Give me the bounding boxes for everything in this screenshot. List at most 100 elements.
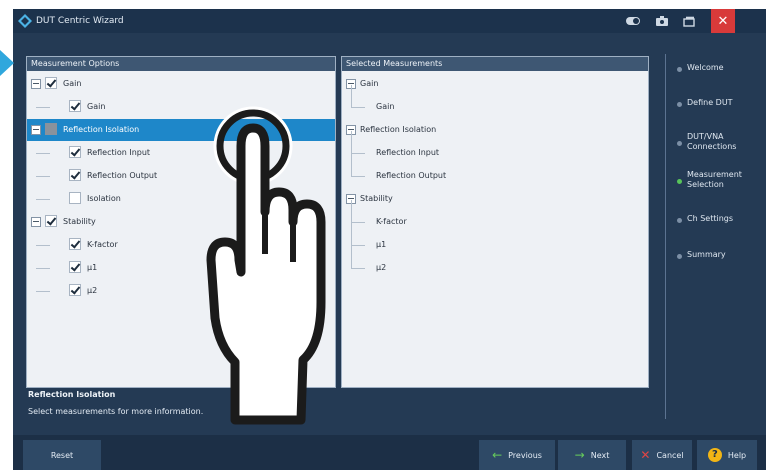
measurement-options-header: Measurement Options xyxy=(27,57,335,71)
selected-measurements-tree: Gain Gain Reflection Isolation Reflection I… xyxy=(342,71,648,383)
checkbox[interactable] xyxy=(45,77,57,89)
tree-row[interactable]: Reflection Output xyxy=(342,154,648,187)
previous-button-label: Previous xyxy=(508,450,542,460)
tree-item-label: Reflection Input xyxy=(376,148,440,157)
tree-item-label: µ1 xyxy=(376,240,387,249)
step-indicator-arrow-icon xyxy=(0,50,14,76)
next-button-label: Next xyxy=(590,450,610,460)
tree-connector xyxy=(351,268,365,269)
reset-button-label: Reset xyxy=(50,450,74,460)
tree-row[interactable]: Reflection Input xyxy=(342,131,648,164)
tree-connector xyxy=(36,199,50,200)
collapse-toggle-icon[interactable] xyxy=(31,79,41,89)
help-button-label: Help xyxy=(727,450,747,460)
window-title: DUT Centric Wizard xyxy=(36,16,124,26)
tree-item-label: Reflection Isolation xyxy=(360,125,437,134)
previous-button[interactable]: ← Previous xyxy=(479,440,555,470)
tree-item-label: Reflection Isolation xyxy=(63,125,140,134)
step-dot-icon xyxy=(677,141,682,146)
wizard-step-label: Define DUT xyxy=(687,98,733,107)
toggle-icon[interactable] xyxy=(621,9,645,33)
close-button[interactable]: ✕ xyxy=(711,9,735,33)
tree-item-label: µ1 xyxy=(87,263,98,272)
tree-item-label: Reflection Input xyxy=(87,148,151,157)
tree-item-label: Isolation xyxy=(87,194,121,203)
wizard-step-label: Welcome xyxy=(687,63,724,72)
tree-row[interactable]: µ1 xyxy=(342,223,648,256)
touch-hand-icon xyxy=(206,106,326,425)
collapse-toggle-icon[interactable] xyxy=(31,217,41,227)
next-button[interactable]: → Next xyxy=(558,440,626,470)
tree-item-label: Gain xyxy=(376,102,395,111)
info-title: Reflection Isolation xyxy=(28,390,116,399)
bottom-button-bar: Reset ← Previous → Next ✕ Cancel ? Help xyxy=(13,435,766,470)
tree-row[interactable]: Gain xyxy=(342,73,648,95)
tree-connector xyxy=(351,245,365,246)
help-icon: ? xyxy=(707,448,722,462)
tree-connector xyxy=(351,176,365,177)
checkbox[interactable] xyxy=(69,238,81,250)
tree-item-label: Stability xyxy=(63,217,96,226)
tree-connector xyxy=(351,222,365,223)
tree-item-label: Gain xyxy=(87,102,106,111)
cancel-x-icon: ✕ xyxy=(640,448,651,462)
step-dot-icon xyxy=(677,254,682,259)
tree-item-label: Reflection Output xyxy=(376,171,447,180)
tree-connector xyxy=(36,176,50,177)
tree-connector xyxy=(351,153,365,154)
tree-row[interactable]: µ2 xyxy=(342,246,648,279)
tree-item-label: Gain xyxy=(63,79,82,88)
tree-row[interactable]: K-factor xyxy=(342,200,648,233)
arrow-right-icon: → xyxy=(574,448,585,462)
step-dot-icon xyxy=(677,179,682,184)
tree-item-label: Reflection Output xyxy=(87,171,158,180)
tree-connector xyxy=(36,291,50,292)
tree-row[interactable]: Reflection Isolation xyxy=(342,119,648,141)
tree-connector xyxy=(36,268,50,269)
tree-connector xyxy=(36,107,50,108)
checkbox[interactable] xyxy=(69,100,81,112)
help-button[interactable]: ? Help xyxy=(697,440,757,470)
collapse-toggle-icon[interactable] xyxy=(31,125,41,135)
wizard-step-label: Measurement Selection xyxy=(687,170,742,189)
tree-row[interactable]: Gain xyxy=(27,73,335,95)
tree-connector xyxy=(351,223,352,245)
tree-connector xyxy=(351,85,352,107)
checkbox[interactable] xyxy=(69,146,81,158)
tree-row[interactable]: Stability xyxy=(342,188,648,210)
wizard-window: DUT Centric Wizard ✕ Measurement Options… xyxy=(13,9,766,470)
wizard-step-label: Ch Settings xyxy=(687,214,734,223)
wizard-step-label: Summary xyxy=(687,250,726,259)
cancel-button-label: Cancel xyxy=(656,450,684,460)
tree-connector xyxy=(36,153,50,154)
tree-item-label: K-factor xyxy=(376,217,407,226)
window-restore-icon[interactable] xyxy=(677,9,701,33)
checkbox[interactable] xyxy=(45,123,57,135)
tree-connector xyxy=(36,245,50,246)
close-icon: ✕ xyxy=(717,13,729,29)
selected-measurements-panel: Selected Measurements Gain Gain Reflection… xyxy=(341,56,649,388)
wizard-step-label: DUT/VNA Connections xyxy=(687,132,737,151)
checkbox[interactable] xyxy=(69,284,81,296)
checkbox[interactable] xyxy=(69,169,81,181)
title-bar: DUT Centric Wizard ✕ xyxy=(13,9,766,33)
step-dot-icon xyxy=(677,67,682,72)
tree-item-label: Gain xyxy=(360,79,379,88)
tree-item-label: µ2 xyxy=(376,263,387,272)
selected-measurements-header: Selected Measurements xyxy=(342,57,648,71)
tree-row[interactable]: Gain xyxy=(342,85,648,118)
tree-connector xyxy=(351,107,365,108)
reset-button[interactable]: Reset xyxy=(23,440,101,470)
step-dot-icon xyxy=(677,218,682,223)
step-dot-icon xyxy=(677,102,682,107)
wizard-steps-sidebar: Welcome Define DUT DUT/VNA Connections Meas… xyxy=(665,54,766,419)
tree-connector xyxy=(351,246,352,268)
checkbox[interactable] xyxy=(69,261,81,273)
tree-connector xyxy=(351,131,352,153)
tree-connector xyxy=(351,200,352,222)
cancel-button[interactable]: ✕ Cancel xyxy=(632,440,692,470)
checkbox[interactable] xyxy=(69,192,81,204)
camera-icon[interactable] xyxy=(650,9,674,33)
tree-item-label: Stability xyxy=(360,194,393,203)
checkbox[interactable] xyxy=(45,215,57,227)
